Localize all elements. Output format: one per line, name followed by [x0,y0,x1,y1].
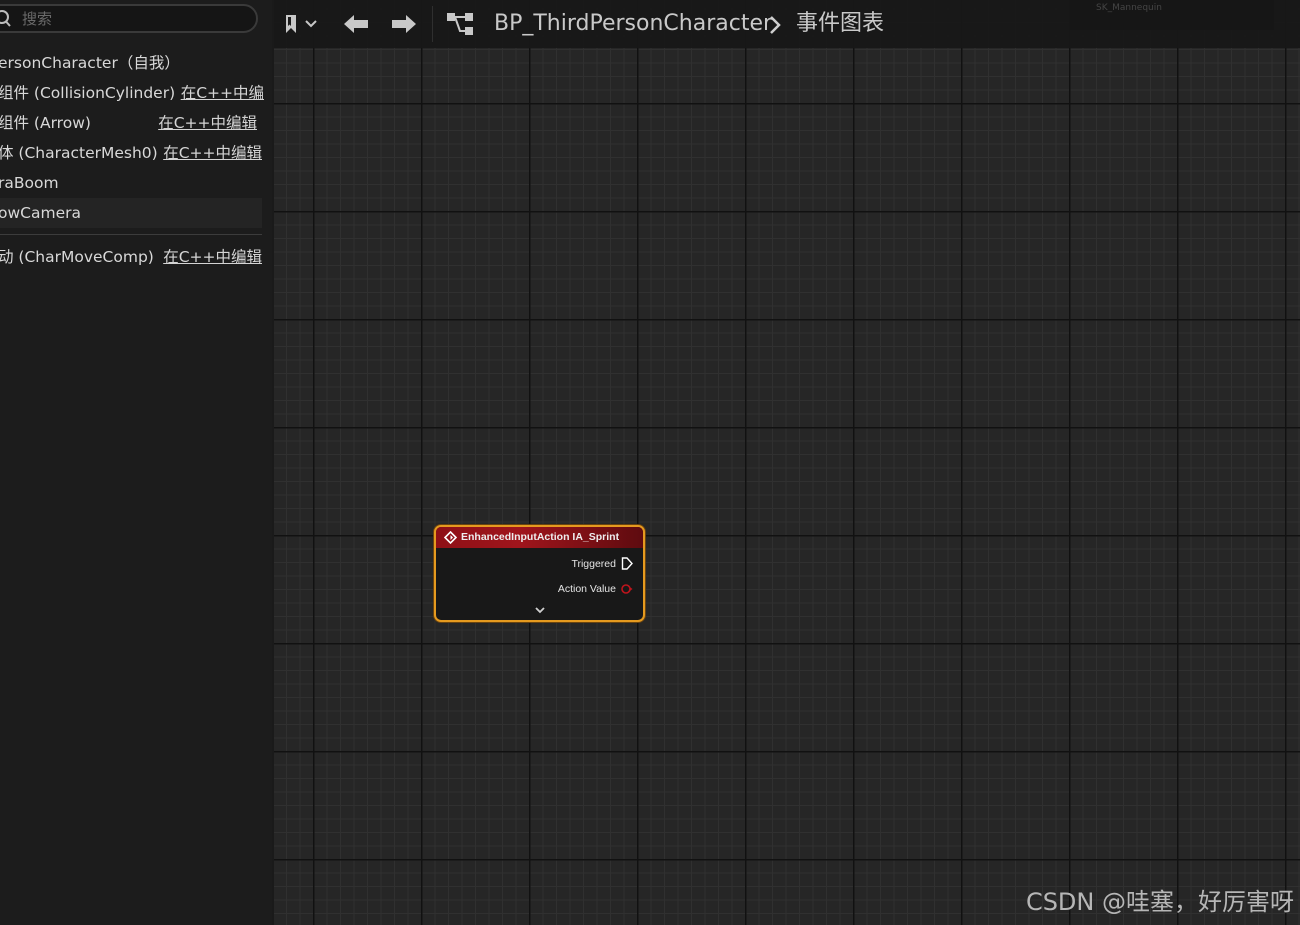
toolbar-separator [432,6,433,42]
breadcrumb-graph[interactable]: 事件图表 [796,10,884,38]
breadcrumb-blueprint[interactable]: BP_ThirdPersonCharacter [494,10,772,38]
component-label: raBoom [0,174,59,192]
component-row-collision-cylinder[interactable]: 组件 (CollisionCylinder) 在C++中编 [0,78,264,108]
event-graph-canvas[interactable] [274,0,1300,925]
pin-action-value[interactable]: Action Value [558,583,633,595]
pin-triggered[interactable]: Triggered [571,557,633,570]
search-input[interactable] [22,9,222,29]
exec-pin-icon[interactable] [621,557,633,570]
pin-label: Triggered [571,557,616,570]
back-button[interactable] [338,8,374,40]
component-divider [0,234,262,235]
edit-in-cpp-link[interactable]: 在C++中编辑 [158,108,257,138]
component-row-character-mesh[interactable]: 体 (CharacterMesh0) 在C++中编辑 [0,138,262,168]
component-row-arrow[interactable]: 组件 (Arrow) 在C++中编辑 [0,108,262,138]
bookmark-icon [286,15,317,33]
component-label: 体 (CharacterMesh0) [0,144,158,162]
component-label: owCamera [0,204,81,222]
watermark: CSDN @哇塞，好厉害呀 [1025,888,1294,916]
component-label: ersonCharacter（自我） [0,54,180,72]
component-row-char-move-comp[interactable]: 动 (CharMoveComp) 在C++中编辑 [0,242,262,272]
chevron-right-icon [770,16,781,34]
arrow-left-icon [344,15,368,33]
bookmark-dropdown-button[interactable] [280,8,324,40]
event-diamond-icon [444,531,457,544]
components-panel: ersonCharacter（自我） 组件 (CollisionCylinder… [0,0,272,925]
component-label: 动 (CharMoveComp) [0,248,154,266]
node-title: EnhancedInputAction IA_Sprint [461,531,620,543]
graph-icon [447,13,473,35]
enhanced-input-action-node[interactable]: EnhancedInputAction IA_Sprint Triggered … [434,525,645,622]
graph-toolbar: BP_ThirdPersonCharacter 事件图表 SK_Mannequi… [274,0,1300,48]
forward-button[interactable] [386,8,422,40]
edit-in-cpp-link[interactable]: 在C++中编辑 [163,242,262,272]
search-icon [0,10,11,27]
component-row-follow-camera[interactable]: owCamera [0,198,262,228]
data-pin-icon[interactable] [621,583,633,595]
component-label: 组件 (Arrow) [0,114,91,132]
mesh-selector-overlay: SK_Mannequin [1070,0,1274,30]
edit-in-cpp-link[interactable]: 在C++中编 [181,78,264,108]
component-label: 组件 (CollisionCylinder) [0,84,176,102]
mesh-selector-label: SK_Mannequin [1096,3,1162,13]
component-row-camera-boom[interactable]: raBoom [0,168,262,198]
chevron-down-icon[interactable] [534,605,546,615]
component-row-self[interactable]: ersonCharacter（自我） [0,48,262,78]
arrow-right-icon [392,15,416,33]
edit-in-cpp-link[interactable]: 在C++中编辑 [163,138,262,168]
node-header[interactable]: EnhancedInputAction IA_Sprint [436,527,643,548]
pin-label: Action Value [557,583,616,595]
